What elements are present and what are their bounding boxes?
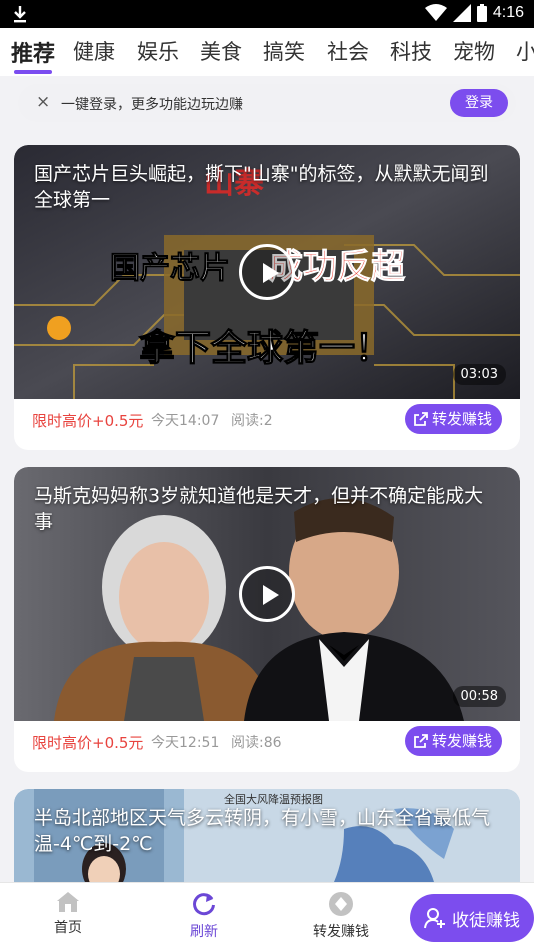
card-title[interactable]: 半岛北部地区天气多云转阴，有小雪，山东全省最低气温-4℃到-2℃ [34,805,500,857]
wifi-icon [424,4,447,21]
card-meta: 限时高价+0.5元 今天12:51 阅读:86 转发赚钱 [14,721,520,771]
tab-entertainment[interactable]: 娱乐 [137,36,179,66]
add-user-icon [424,908,445,929]
home-icon [57,892,79,912]
nav-home[interactable]: 首页 [28,891,108,937]
close-icon[interactable]: × [36,92,50,112]
video-duration: 03:03 [452,364,506,385]
refresh-icon [193,893,215,916]
tab-pets[interactable]: 宠物 [453,36,495,66]
card-title[interactable]: 马斯克妈妈称3岁就知道他是天才，但并不确定能成大事 [34,483,500,535]
map-title: 全国大风降温预报图 [224,792,323,806]
share-icon [414,412,428,426]
download-icon [14,6,26,23]
read-count: 阅读:2 [231,413,273,429]
category-tabs: 推荐 健康 娱乐 美食 搞笑 社会 科技 宠物 小 [0,28,534,76]
tab-funny[interactable]: 搞笑 [263,36,305,66]
nav-refresh[interactable]: 刷新 [164,891,244,941]
video-duration: 00:58 [452,686,506,707]
battery-icon [476,4,487,22]
invite-earn-label: 收徒赚钱 [452,910,520,931]
nav-home-label: 首页 [54,920,82,936]
play-icon[interactable] [239,244,295,300]
share-coin-icon [329,892,353,916]
video-thumbnail[interactable]: 国产芯片 成功反超 拿下全球第一！ 山寨 国产芯片巨头崛起，撕下"山寨"的标签，… [14,145,520,399]
video-thumbnail[interactable]: 马斯克妈妈称3岁就知道他是天才，但并不确定能成大事 00:58 [14,467,520,721]
video-card[interactable]: 国产芯片 成功反超 拿下全球第一！ 山寨 国产芯片巨头崛起，撕下"山寨"的标签，… [14,145,520,450]
card-title[interactable]: 国产芯片巨头崛起，撕下"山寨"的标签，从默默无闻到全球第一 [34,161,500,213]
invite-earn-button[interactable]: 收徒赚钱 [410,894,534,942]
video-card[interactable]: 马斯克妈妈称3岁就知道他是天才，但并不确定能成大事 00:58 限时高价+0.5… [14,467,520,772]
status-bar: 4:16 [0,0,534,28]
tab-tech[interactable]: 科技 [390,36,432,66]
price-label: 限时高价+0.5元 [32,734,144,752]
tab-recommend[interactable]: 推荐 [11,36,55,68]
share-earn-label: 转发赚钱 [431,732,492,750]
tab-more[interactable]: 小 [516,36,534,66]
signal-icon [452,4,471,22]
tab-health[interactable]: 健康 [73,36,115,66]
publish-time: 今天14:07 [151,413,220,429]
video-thumbnail[interactable]: 全国大风降温预报图 半岛北部地区天气多云转阴，有小雪，山东全省最低气温-4℃到-… [14,789,520,882]
read-count: 阅读:86 [231,735,282,751]
share-icon [414,734,428,748]
bottom-navigation: 首页 刷新 转发赚钱 收徒赚钱 [0,882,534,949]
price-label: 限时高价+0.5元 [32,412,144,430]
share-earn-label: 转发赚钱 [431,410,492,428]
overlay-text-first: 拿下全球第一！ [139,327,391,369]
tab-society[interactable]: 社会 [327,36,369,66]
nav-share-label: 转发赚钱 [313,924,369,940]
share-earn-button[interactable]: 转发赚钱 [404,404,502,434]
overlay-text-chip: 国产芯片 [110,251,230,286]
video-card[interactable]: 全国大风降温预报图 半岛北部地区天气多云转阴，有小雪，山东全省最低气温-4℃到-… [14,789,520,882]
card-meta: 限时高价+0.5元 今天14:07 阅读:2 转发赚钱 [14,399,520,449]
tab-food[interactable]: 美食 [200,36,242,66]
publish-time: 今天12:51 [151,735,220,751]
login-banner-text: 一键登录，更多功能边玩边赚 [61,97,243,113]
login-banner: × 一键登录，更多功能边玩边赚 登录 [18,84,516,122]
nav-refresh-label: 刷新 [190,924,218,940]
login-button[interactable]: 登录 [450,89,508,117]
tab-active-indicator [14,70,52,74]
play-icon[interactable] [239,566,295,622]
status-time: 4:16 [492,4,524,21]
share-earn-button[interactable]: 转发赚钱 [404,726,502,756]
nav-share-earn[interactable]: 转发赚钱 [301,891,381,941]
